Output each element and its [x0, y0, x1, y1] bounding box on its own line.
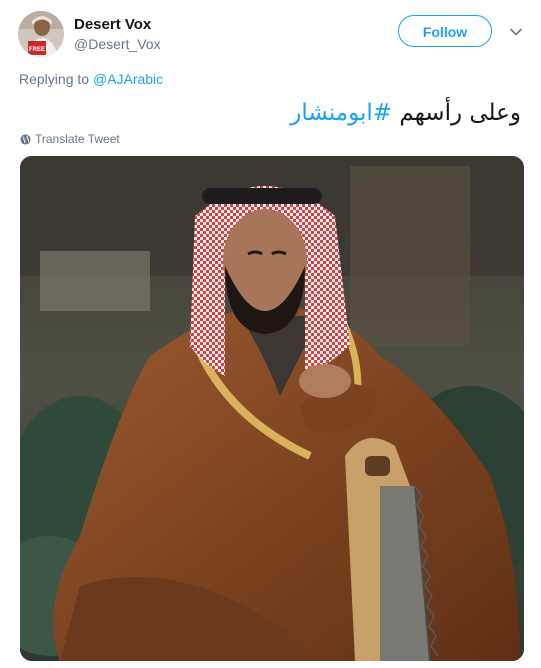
hashtag-link[interactable]: #ابومنشار: [290, 100, 392, 126]
follow-button[interactable]: Follow: [398, 15, 492, 47]
user-handle[interactable]: @Desert_Vox: [74, 35, 161, 53]
translate-label: Translate Tweet: [35, 132, 120, 146]
display-name[interactable]: Desert Vox: [74, 15, 161, 34]
photo-image: [20, 156, 524, 661]
replying-to-line: Replying to @AJArabic: [19, 71, 163, 87]
tweet-header: FREE Desert Vox @Desert_Vox Follow: [18, 11, 528, 59]
avatar[interactable]: FREE: [18, 11, 64, 57]
avatar-sign-text: FREE: [29, 47, 45, 53]
replying-prefix: Replying to: [19, 71, 90, 87]
tweet-text: وعلى رأسهم #ابومنشار: [290, 98, 521, 128]
replying-to-link[interactable]: @AJArabic: [93, 71, 163, 87]
tweet-photo[interactable]: [20, 156, 524, 661]
translate-tweet[interactable]: Translate Tweet: [20, 132, 120, 146]
chevron-down-icon[interactable]: [509, 25, 523, 39]
tweet-text-main: وعلى رأسهم: [392, 100, 521, 126]
author-names: Desert Vox @Desert_Vox: [74, 15, 161, 53]
avatar-image: FREE: [18, 11, 64, 57]
globe-icon: [20, 133, 31, 145]
